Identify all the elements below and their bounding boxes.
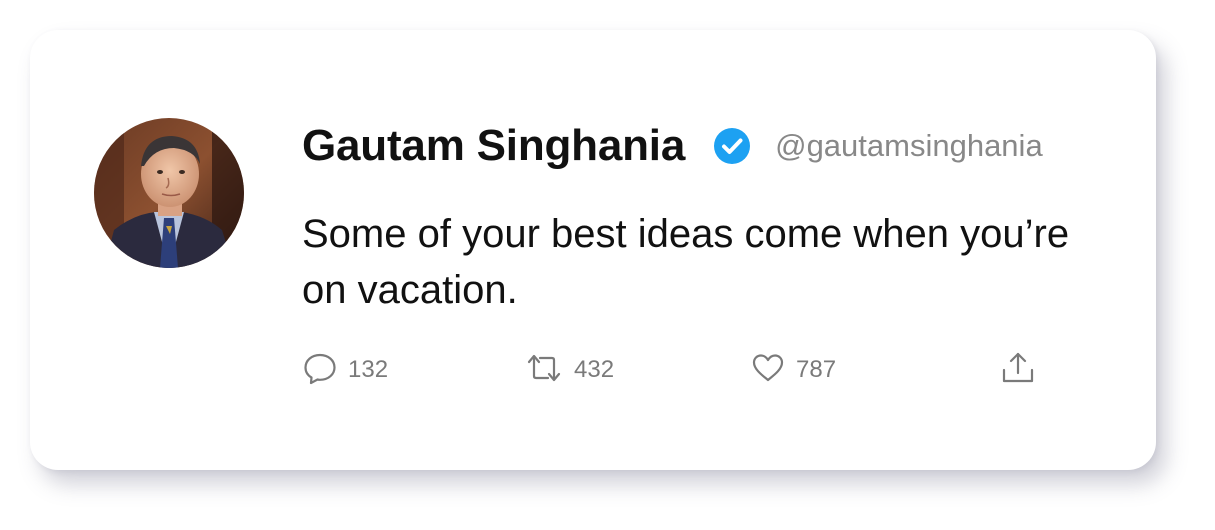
retweet-icon	[524, 350, 564, 391]
retweet-button[interactable]: 432	[524, 350, 614, 390]
avatar[interactable]	[94, 118, 244, 268]
share-button[interactable]	[1000, 350, 1036, 390]
reply-icon	[302, 350, 338, 391]
author-handle[interactable]: @gautamsinghania	[775, 128, 1043, 164]
tweet-text: Some of your best ideas come when you’re…	[302, 212, 1070, 312]
tweet-card: Gautam Singhania @gautamsinghania Some o…	[30, 30, 1156, 470]
reply-count: 132	[348, 356, 389, 383]
reply-button[interactable]: 132	[302, 350, 388, 390]
like-button[interactable]: 787	[750, 350, 836, 390]
author-name[interactable]: Gautam Singhania	[302, 121, 685, 171]
like-count: 787	[796, 356, 837, 383]
tweet-header: Gautam Singhania @gautamsinghania	[302, 116, 1043, 176]
avatar-image	[94, 118, 244, 268]
verified-badge-icon	[713, 127, 751, 165]
heart-icon	[750, 350, 786, 391]
share-icon	[1000, 350, 1036, 391]
retweet-count: 432	[574, 356, 615, 383]
tweet-actions: 132 432 787	[302, 350, 1042, 390]
